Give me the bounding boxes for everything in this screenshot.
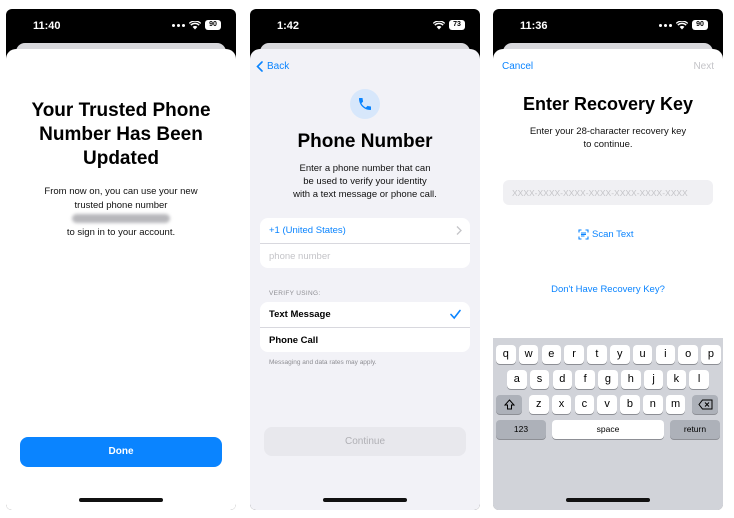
key-f[interactable]: f (575, 370, 595, 389)
rates-footnote: Messaging and data rates may apply. (269, 359, 377, 366)
keyboard-row-4: 123 space return (493, 420, 723, 439)
country-code-selector[interactable]: +1 (United States) (260, 218, 470, 243)
back-button[interactable]: Back (256, 61, 289, 72)
key-x[interactable]: x (551, 395, 572, 414)
status-time: 11:36 (520, 20, 548, 32)
key-k[interactable]: k (666, 370, 687, 389)
status-time: 11:40 (33, 20, 61, 32)
scan-text-button[interactable]: Scan Text (578, 229, 634, 240)
checkmark-icon (450, 309, 461, 320)
no-recovery-key-link[interactable]: Don't Have Recovery Key? (493, 284, 723, 295)
done-button[interactable]: Done (20, 437, 222, 467)
key-z[interactable]: z (529, 395, 549, 414)
key-r[interactable]: r (564, 345, 584, 364)
key-g[interactable]: g (598, 370, 618, 389)
phone-entry-group: +1 (United States) phone number (260, 218, 470, 268)
wifi-icon (676, 20, 688, 29)
battery-icon: 90 (692, 20, 708, 30)
page-title: Enter Recovery Key (522, 94, 694, 114)
status-time: 1:42 (277, 20, 300, 32)
option-text-message[interactable]: Text Message (260, 302, 470, 327)
key-w[interactable]: w (518, 345, 539, 364)
page-description: Enter your 28-character recovery key to … (529, 126, 687, 150)
confirmation-text: From now on, you can use your new truste… (44, 186, 198, 238)
home-indicator (79, 498, 163, 502)
keyboard-row-3: zxcvbnm (493, 395, 723, 414)
chevron-right-icon (456, 226, 462, 235)
battery-icon: 90 (205, 20, 221, 30)
key-o[interactable]: o (678, 345, 698, 364)
recovery-key-input[interactable] (503, 180, 713, 205)
redacted-phone-number (72, 213, 170, 223)
numbers-key[interactable]: 123 (496, 420, 546, 439)
key-p[interactable]: p (701, 345, 721, 364)
keyboard: qwertyuiop asdfghjkl zxcvbnm 123 space r… (493, 338, 723, 510)
phone-icon (350, 89, 380, 119)
key-m[interactable]: m (665, 395, 686, 414)
key-e[interactable]: e (541, 345, 562, 364)
key-c[interactable]: c (574, 395, 595, 414)
key-b[interactable]: b (620, 395, 640, 414)
delete-icon (697, 399, 712, 410)
sheet: Cancel Next Enter Recovery Key Enter you… (493, 49, 723, 510)
chevron-left-icon (256, 61, 263, 72)
page-description: Enter a phone number that can be used to… (293, 163, 437, 200)
phone-number-field[interactable]: phone number (260, 243, 470, 268)
page-title: Phone Number (297, 131, 433, 152)
battery-icon: 73 (449, 20, 465, 30)
shift-key[interactable] (496, 395, 522, 414)
status-bar: 1:42 73 (250, 9, 480, 43)
key-n[interactable]: n (643, 395, 663, 414)
home-indicator (323, 498, 407, 502)
scan-text-icon (578, 229, 589, 240)
key-h[interactable]: h (621, 370, 641, 389)
shift-icon (503, 399, 515, 410)
sheet: Your Trusted Phone Number Has Been Updat… (6, 49, 236, 510)
key-t[interactable]: t (587, 345, 607, 364)
signal-icon (172, 23, 185, 27)
wifi-icon (433, 20, 445, 29)
screen-phone-number: 1:42 73 Back Phone Number Enter a phone … (250, 9, 480, 510)
screen-phone-updated: 11:40 90 Your Trusted Phone Number Has B… (6, 9, 236, 510)
continue-button[interactable]: Continue (264, 427, 466, 456)
key-a[interactable]: a (507, 370, 527, 389)
cancel-button[interactable]: Cancel (502, 61, 533, 72)
home-indicator (566, 498, 650, 502)
option-phone-call[interactable]: Phone Call (260, 327, 470, 352)
key-d[interactable]: d (552, 370, 573, 389)
key-l[interactable]: l (689, 370, 709, 389)
next-button[interactable]: Next (693, 61, 714, 72)
key-u[interactable]: u (632, 345, 653, 364)
back-label: Back (267, 61, 290, 72)
key-y[interactable]: y (610, 345, 630, 364)
keyboard-row-2: asdfghjkl (493, 370, 723, 389)
page-title: Your Trusted Phone Number Has Been Updat… (31, 100, 211, 169)
key-i[interactable]: i (655, 345, 676, 364)
delete-key[interactable] (692, 395, 718, 414)
verify-method-group: Text Message Phone Call (260, 302, 470, 352)
keyboard-row-1: qwertyuiop (493, 345, 723, 364)
key-s[interactable]: s (529, 370, 550, 389)
signal-icon (659, 23, 672, 27)
verify-section-label: VERIFY USING: (269, 290, 321, 297)
status-bar: 11:40 90 (6, 9, 236, 43)
key-j[interactable]: j (643, 370, 664, 389)
wifi-icon (189, 20, 201, 29)
space-key[interactable]: space (552, 420, 664, 439)
key-q[interactable]: q (496, 345, 516, 364)
key-v[interactable]: v (597, 395, 617, 414)
status-bar: 11:36 90 (493, 9, 723, 43)
return-key[interactable]: return (670, 420, 720, 439)
screen-recovery-key: 11:36 90 Cancel Next Enter Recovery Key … (493, 9, 723, 510)
sheet: Back Phone Number Enter a phone number t… (250, 49, 480, 510)
